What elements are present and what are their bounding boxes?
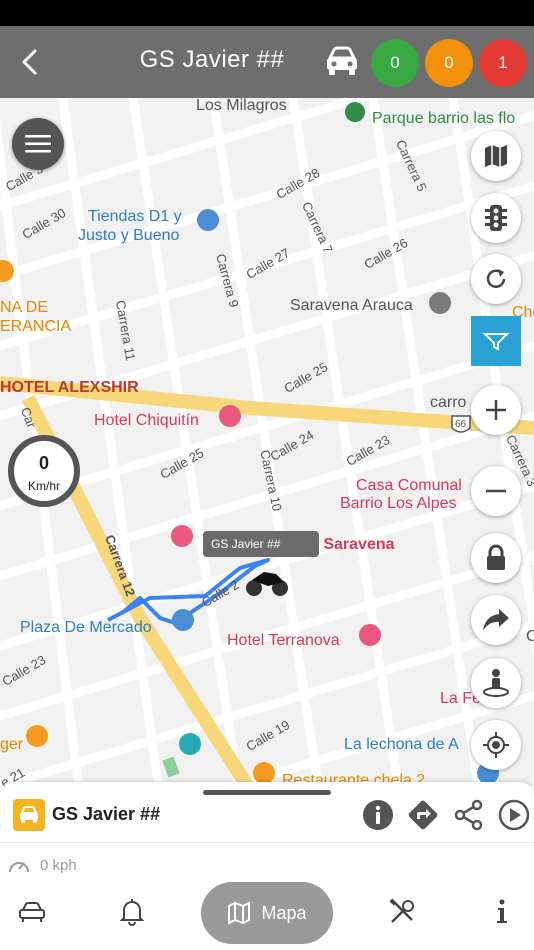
map-label: NA DE xyxy=(0,299,49,316)
map-label: ger xyxy=(0,736,24,753)
map-type-button[interactable] xyxy=(471,131,521,181)
map-label: Plaza De Mercado xyxy=(20,619,152,636)
share-arrow-icon xyxy=(483,609,509,631)
filter-icon xyxy=(483,333,509,351)
count-badge-green[interactable]: 0 xyxy=(371,39,419,87)
count-badge-orange[interactable]: 0 xyxy=(425,39,473,87)
vehicle-tooltip[interactable]: GS Javier ## xyxy=(203,531,319,557)
forward-button[interactable] xyxy=(471,595,521,645)
info-button[interactable] xyxy=(361,798,395,832)
map-icon xyxy=(485,145,507,167)
map-label: Parque barrio las flo xyxy=(372,110,516,127)
street-view-button[interactable] xyxy=(471,658,521,708)
lock-icon xyxy=(487,544,505,570)
info-icon xyxy=(363,800,393,830)
status-bar xyxy=(0,0,534,26)
share-button[interactable] xyxy=(452,798,486,832)
map-label: ERANCIA xyxy=(0,318,72,335)
map-view[interactable]: Los Milagros Parque barrio las flo Calle… xyxy=(0,98,534,786)
map-label: Casa Comunal xyxy=(356,477,462,494)
speed-value: 0 xyxy=(38,453,49,473)
map-base xyxy=(0,98,534,786)
filter-button[interactable] xyxy=(471,316,521,366)
speedometer-icon xyxy=(9,862,29,873)
hamburger-icon xyxy=(25,135,51,153)
refresh-button[interactable] xyxy=(471,254,521,304)
map-label: C xyxy=(526,628,534,645)
nav-vehicles[interactable] xyxy=(12,894,52,930)
route-shield-label: 66 xyxy=(455,419,467,430)
sheet-drag-handle[interactable] xyxy=(203,790,331,795)
map-label: HOTEL ALEXSHIR xyxy=(0,379,139,396)
nav-tools[interactable] xyxy=(382,894,422,930)
map-label: Los Milagros xyxy=(196,98,287,114)
car-icon[interactable] xyxy=(322,44,362,80)
plus-icon xyxy=(486,400,506,420)
nav-info[interactable] xyxy=(482,894,522,930)
directions-icon xyxy=(408,800,438,830)
vehicle-sheet: GS Javier ## 0 kph Mapa xyxy=(0,782,534,950)
map-label: Tiendas D1 y xyxy=(88,208,182,225)
map-label: e Saravena xyxy=(310,536,395,553)
traffic-light-icon xyxy=(485,205,507,231)
zoom-out-button[interactable] xyxy=(471,466,521,516)
bell-icon xyxy=(120,899,144,926)
speed-text: 0 kph xyxy=(40,856,77,874)
nav-map-label: Mapa xyxy=(261,902,307,923)
minus-icon xyxy=(486,489,506,493)
chevron-left-icon xyxy=(22,49,37,75)
map-label: carro xyxy=(430,394,467,411)
tools-icon xyxy=(389,898,414,923)
nav-map[interactable]: Mapa xyxy=(201,882,333,944)
info-icon xyxy=(497,899,507,923)
speed-unit: Km/hr xyxy=(27,479,60,493)
map-label: Justo y Bueno xyxy=(78,227,180,244)
map-label: Barrio Los Alpes xyxy=(340,495,457,512)
back-button[interactable] xyxy=(14,46,46,78)
map-label: La lechona de A xyxy=(344,736,459,753)
refresh-icon xyxy=(486,269,506,288)
map-label: Hotel Terranova xyxy=(227,632,340,649)
page-title: GS Javier ## xyxy=(139,46,285,73)
nav-alerts[interactable] xyxy=(112,894,152,930)
person-pin-icon xyxy=(483,669,509,697)
app-header: GS Javier ## 0 0 1 xyxy=(0,26,534,98)
zoom-in-button[interactable] xyxy=(471,385,521,435)
count-badge-red[interactable]: 1 xyxy=(479,39,527,87)
lock-button[interactable] xyxy=(471,533,521,583)
speed-row: 0 kph xyxy=(8,856,77,874)
play-button[interactable] xyxy=(497,798,531,832)
map-label: Hotel Chiquitín xyxy=(94,412,199,429)
my-location-button[interactable] xyxy=(471,720,521,770)
vehicle-name: GS Javier ## xyxy=(52,804,161,824)
divider xyxy=(0,842,534,843)
speedometer: 0 Km/hr xyxy=(8,435,80,507)
map-label: Saravena Arauca xyxy=(290,297,413,314)
map-icon xyxy=(228,901,251,925)
menu-button[interactable] xyxy=(12,118,64,170)
vehicle-car-icon xyxy=(13,799,45,831)
play-icon xyxy=(498,799,530,831)
crosshair-icon xyxy=(483,732,509,758)
share-icon xyxy=(454,799,483,831)
car-icon xyxy=(19,902,45,922)
bottom-nav: Mapa xyxy=(0,882,534,944)
directions-button[interactable] xyxy=(406,798,440,832)
traffic-button[interactable] xyxy=(471,193,521,243)
